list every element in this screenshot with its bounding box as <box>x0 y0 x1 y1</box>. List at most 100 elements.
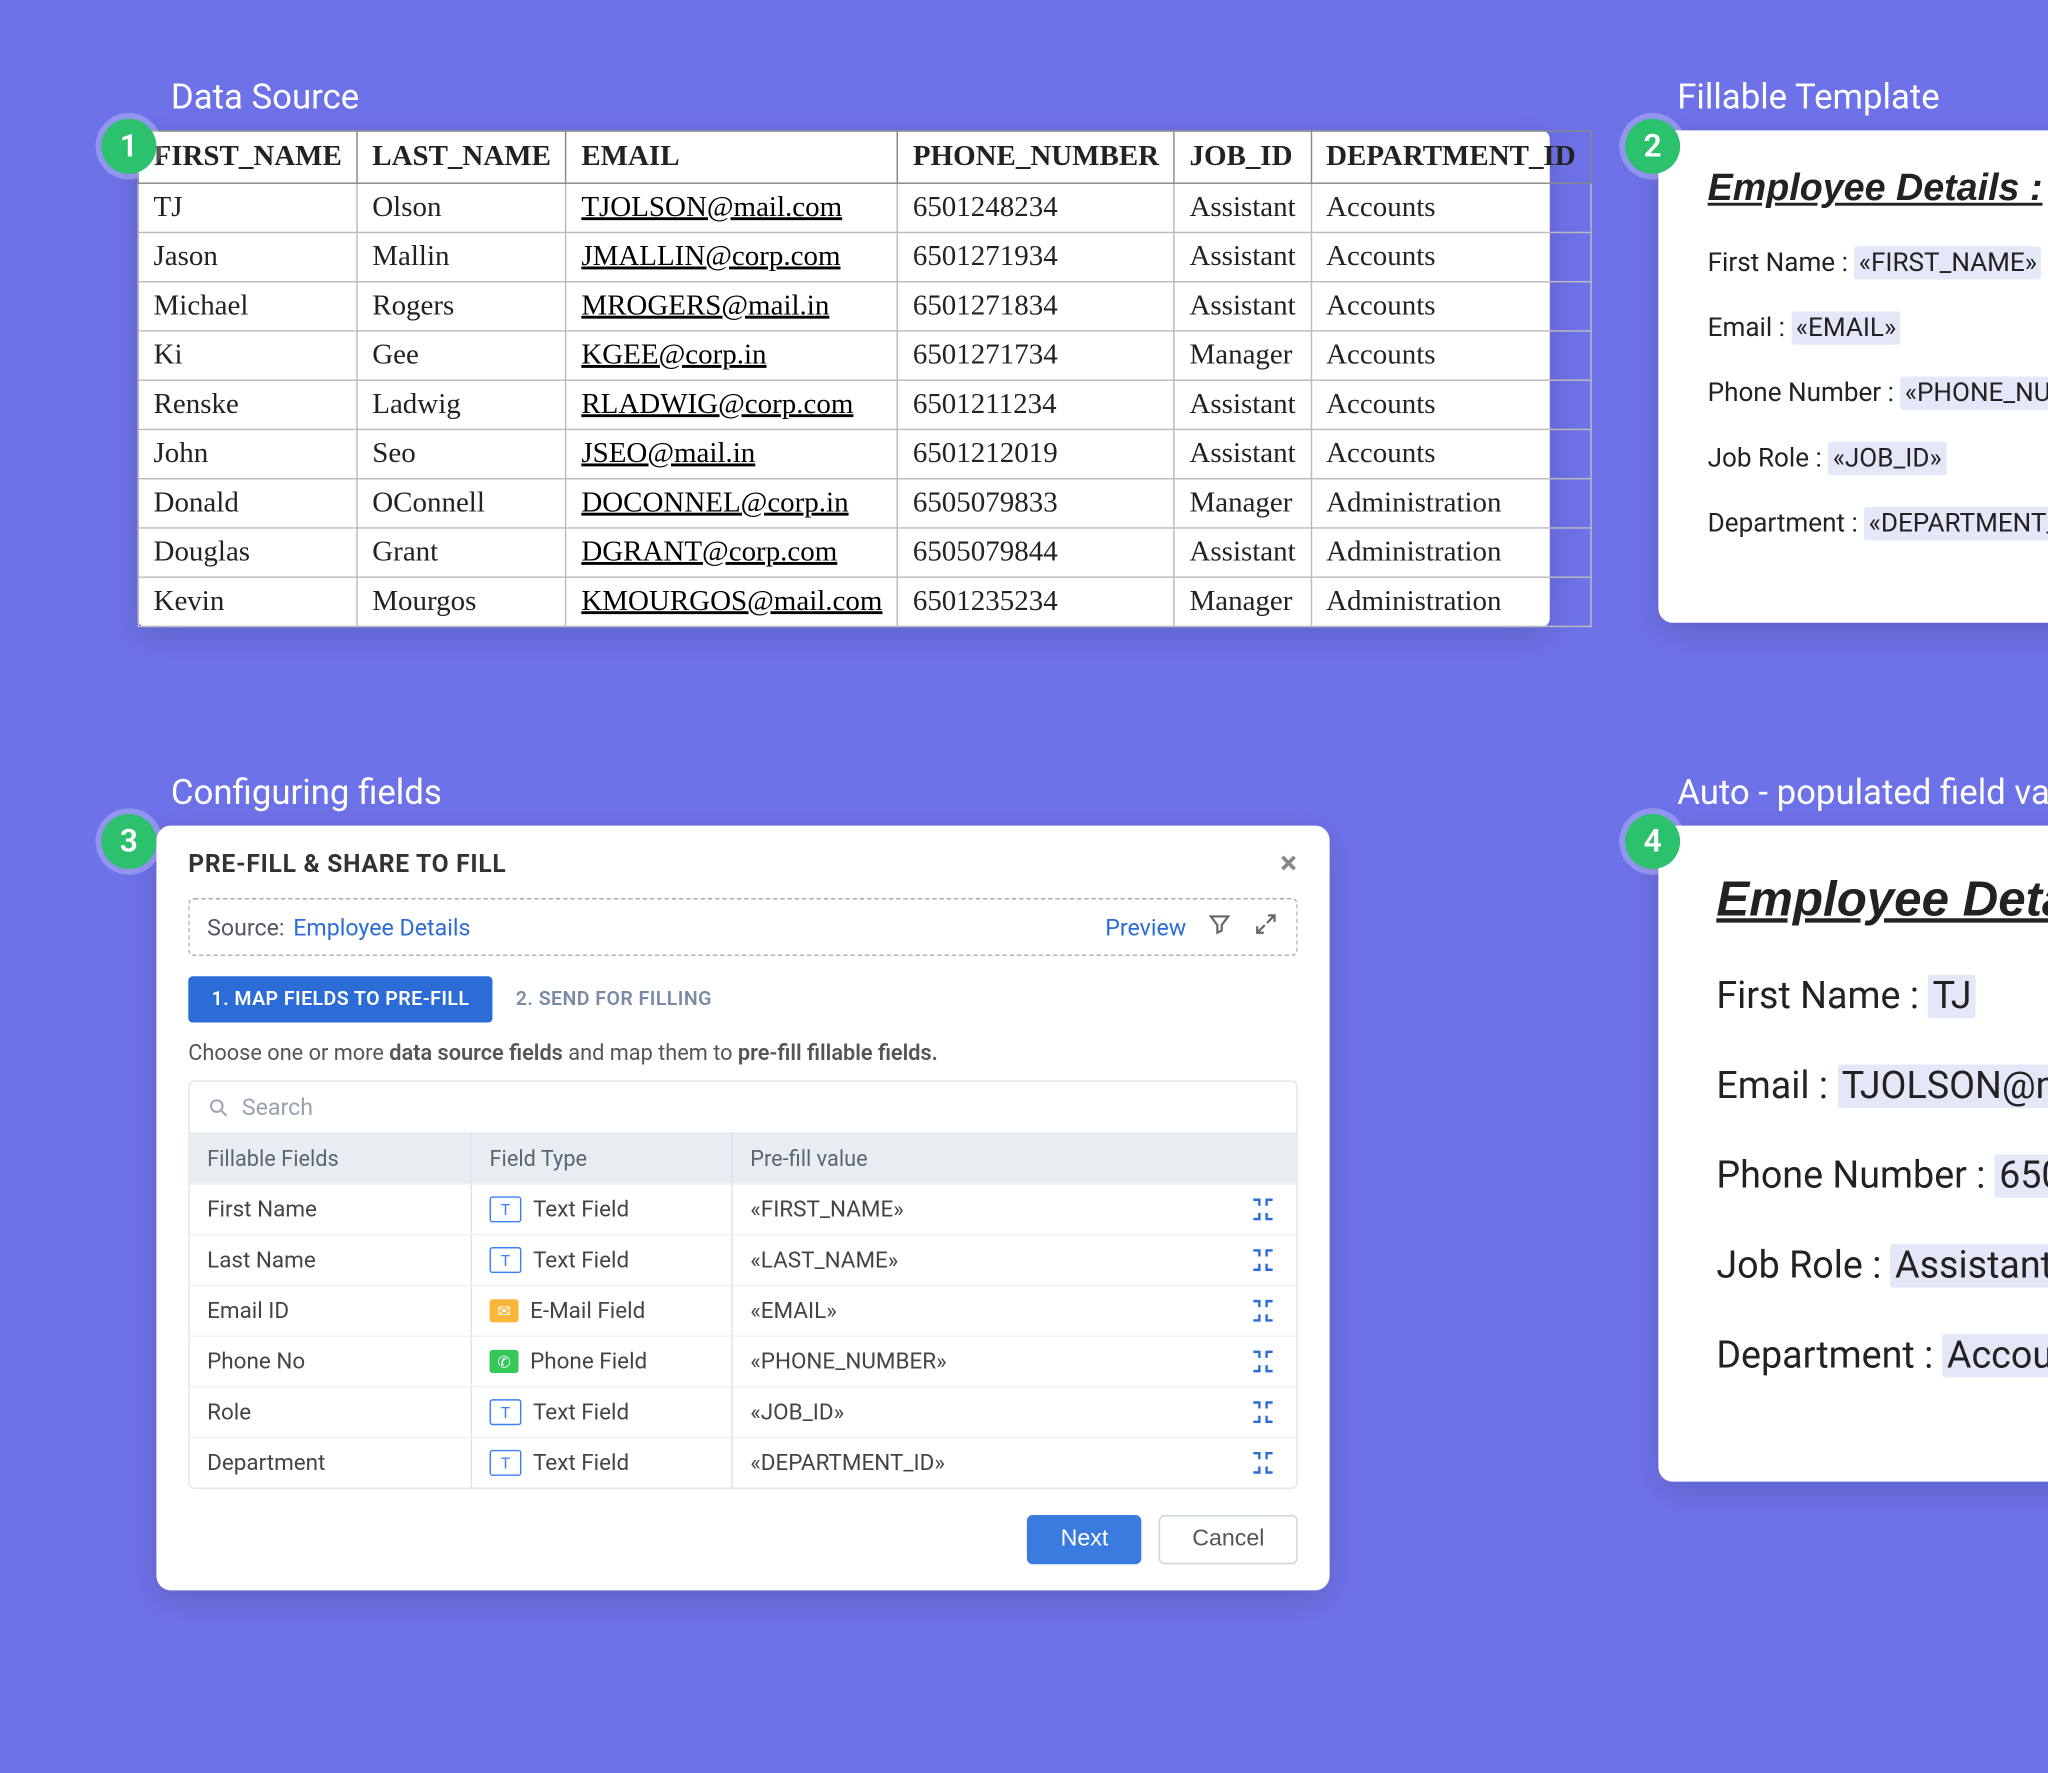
tab-send-for-filling[interactable]: 2. SEND FOR FILLING <box>493 976 735 1022</box>
phone-icon: ✆ <box>490 1350 519 1373</box>
table-cell: John <box>138 429 357 478</box>
field-mapping-row[interactable]: Email ID✉ E-Mail Field«EMAIL» <box>190 1285 1297 1336</box>
source-label: Source: <box>207 913 284 941</box>
token-dept: «DEPARTMENT_ID» <box>1864 507 2048 540</box>
table-cell: 6501248234 <box>898 183 1175 232</box>
table-cell: Mourgos <box>357 577 566 626</box>
fillable-template-panel: Employee Details : First Name : «FIRST_N… <box>1658 130 2048 622</box>
email-link[interactable]: RLADWIG@corp.com <box>566 380 897 429</box>
map-icon[interactable] <box>1230 1185 1297 1234</box>
map-icon[interactable] <box>1230 1438 1297 1487</box>
table-cell: Accounts <box>1311 232 1591 281</box>
next-button[interactable]: Next <box>1027 1515 1141 1564</box>
map-icon[interactable] <box>1230 1235 1297 1284</box>
table-header: PHONE_NUMBER <box>898 131 1175 183</box>
table-row: DonaldOConnellDOCONNEL@corp.in6505079833… <box>138 479 1591 528</box>
label-fillable-template: Fillable Template <box>1677 77 1939 118</box>
email-link[interactable]: TJOLSON@mail.com <box>566 183 897 232</box>
table-cell: Renske <box>138 380 357 429</box>
field-phone: Phone Number : «PHONE_NUMBER» <box>1708 378 2048 408</box>
field-mapping-row[interactable]: First NameT Text Field«FIRST_NAME» <box>190 1183 1297 1234</box>
email-link[interactable]: JMALLIN@corp.com <box>566 232 897 281</box>
text-field-icon: T <box>490 1247 522 1273</box>
data-source-table: FIRST_NAMELAST_NAMEEMAILPHONE_NUMBERJOB_… <box>138 130 1592 627</box>
map-icon[interactable] <box>1230 1388 1297 1437</box>
table-cell: 6501271734 <box>898 331 1175 380</box>
table-header: LAST_NAME <box>357 131 566 183</box>
table-cell: 6501211234 <box>898 380 1175 429</box>
col-prefill-value: Pre-fill value <box>733 1134 1230 1183</box>
step-badge-2: 2 <box>1625 119 1680 174</box>
table-header: DEPARTMENT_ID <box>1311 131 1591 183</box>
expand-icon[interactable] <box>1253 911 1279 943</box>
table-row: JohnSeoJSEO@mail.in6501212019AssistantAc… <box>138 429 1591 478</box>
source-value-link[interactable]: Employee Details <box>293 913 470 941</box>
text-field-icon: T <box>490 1399 522 1425</box>
map-icon[interactable] <box>1230 1286 1297 1335</box>
email-link[interactable]: DOCONNEL@corp.in <box>566 479 897 528</box>
table-cell: 6501235234 <box>898 577 1175 626</box>
map-icon[interactable] <box>1230 1337 1297 1386</box>
table-cell: Manager <box>1174 479 1311 528</box>
tab-map-fields[interactable]: 1. MAP FIELDS TO PRE-FILL <box>188 976 492 1022</box>
search-input[interactable]: Search <box>190 1082 1297 1134</box>
step-badge-1: 1 <box>101 119 156 174</box>
populated-title: Employee Details : <box>1716 872 2048 928</box>
fillable-field-name: Role <box>190 1388 472 1437</box>
table-row: TJOlsonTJOLSON@mail.com6501248234Assista… <box>138 183 1591 232</box>
search-icon <box>207 1096 230 1119</box>
field-first-name: First Name : «FIRST_NAME» <box>1708 248 2042 278</box>
table-cell: Administration <box>1311 577 1591 626</box>
email-link[interactable]: JSEO@mail.in <box>566 429 897 478</box>
dialog-title: PRE-FILL & SHARE TO FILL <box>188 850 506 879</box>
data-source-panel: FIRST_NAMELAST_NAMEEMAILPHONE_NUMBERJOB_… <box>138 130 1550 627</box>
table-cell: Administration <box>1311 479 1591 528</box>
mail-icon: ✉ <box>490 1299 519 1322</box>
table-cell: Seo <box>357 429 566 478</box>
field-mapping-row[interactable]: Last NameT Text Field«LAST_NAME» <box>190 1234 1297 1285</box>
table-cell: Assistant <box>1174 183 1311 232</box>
token-phone: «PHONE_NUMBER» <box>1900 377 2048 410</box>
email-link[interactable]: KMOURGOS@mail.com <box>566 577 897 626</box>
field-mapping-row[interactable]: RoleT Text Field«JOB_ID» <box>190 1386 1297 1437</box>
table-cell: Gee <box>357 331 566 380</box>
fillable-field-name: Phone No <box>190 1337 472 1386</box>
field-mapping-table: Search Fillable Fields Field Type Pre-fi… <box>188 1080 1297 1488</box>
field-type: T Text Field <box>472 1185 733 1234</box>
preview-link[interactable]: Preview <box>1105 913 1186 941</box>
table-row: DouglasGrantDGRANT@corp.com6505079844Ass… <box>138 528 1591 577</box>
field-mapping-row[interactable]: DepartmentT Text Field«DEPARTMENT_ID» <box>190 1437 1297 1488</box>
prefill-value: «EMAIL» <box>733 1286 1230 1335</box>
table-cell: Assistant <box>1174 232 1311 281</box>
fillable-field-name: Department <box>190 1438 472 1487</box>
email-link[interactable]: DGRANT@corp.com <box>566 528 897 577</box>
table-row: KiGeeKGEE@corp.in6501271734ManagerAccoun… <box>138 331 1591 380</box>
email-link[interactable]: MROGERS@mail.in <box>566 282 897 331</box>
step-badge-3: 3 <box>101 814 156 869</box>
email-link[interactable]: KGEE@corp.in <box>566 331 897 380</box>
table-cell: 6501212019 <box>898 429 1175 478</box>
prefill-value: «PHONE_NUMBER» <box>733 1337 1230 1386</box>
close-icon[interactable]: × <box>1280 849 1298 881</box>
cancel-button[interactable]: Cancel <box>1159 1515 1298 1564</box>
value-phone: Phone Number : 6501248234 <box>1716 1154 2048 1197</box>
prefill-value: «FIRST_NAME» <box>733 1185 1230 1234</box>
filter-icon[interactable] <box>1206 911 1232 943</box>
source-bar: Source: Employee Details Preview <box>188 898 1297 956</box>
value-job: Job Role : Assistant <box>1716 1244 2048 1287</box>
table-cell: Assistant <box>1174 380 1311 429</box>
instruction-text: Choose one or more data source fields an… <box>188 1040 1297 1066</box>
value-dept: Department : Accounts <box>1716 1334 2048 1377</box>
table-cell: Manager <box>1174 331 1311 380</box>
field-type: T Text Field <box>472 1388 733 1437</box>
field-type: T Text Field <box>472 1438 733 1487</box>
table-cell: Mallin <box>357 232 566 281</box>
table-cell: OConnell <box>357 479 566 528</box>
table-cell: Douglas <box>138 528 357 577</box>
field-mapping-row[interactable]: Phone No✆ Phone Field«PHONE_NUMBER» <box>190 1335 1297 1386</box>
table-cell: 6501271934 <box>898 232 1175 281</box>
label-configuring-fields: Configuring fields <box>171 772 442 813</box>
prefill-value: «JOB_ID» <box>733 1388 1230 1437</box>
table-cell: TJ <box>138 183 357 232</box>
table-cell: Michael <box>138 282 357 331</box>
